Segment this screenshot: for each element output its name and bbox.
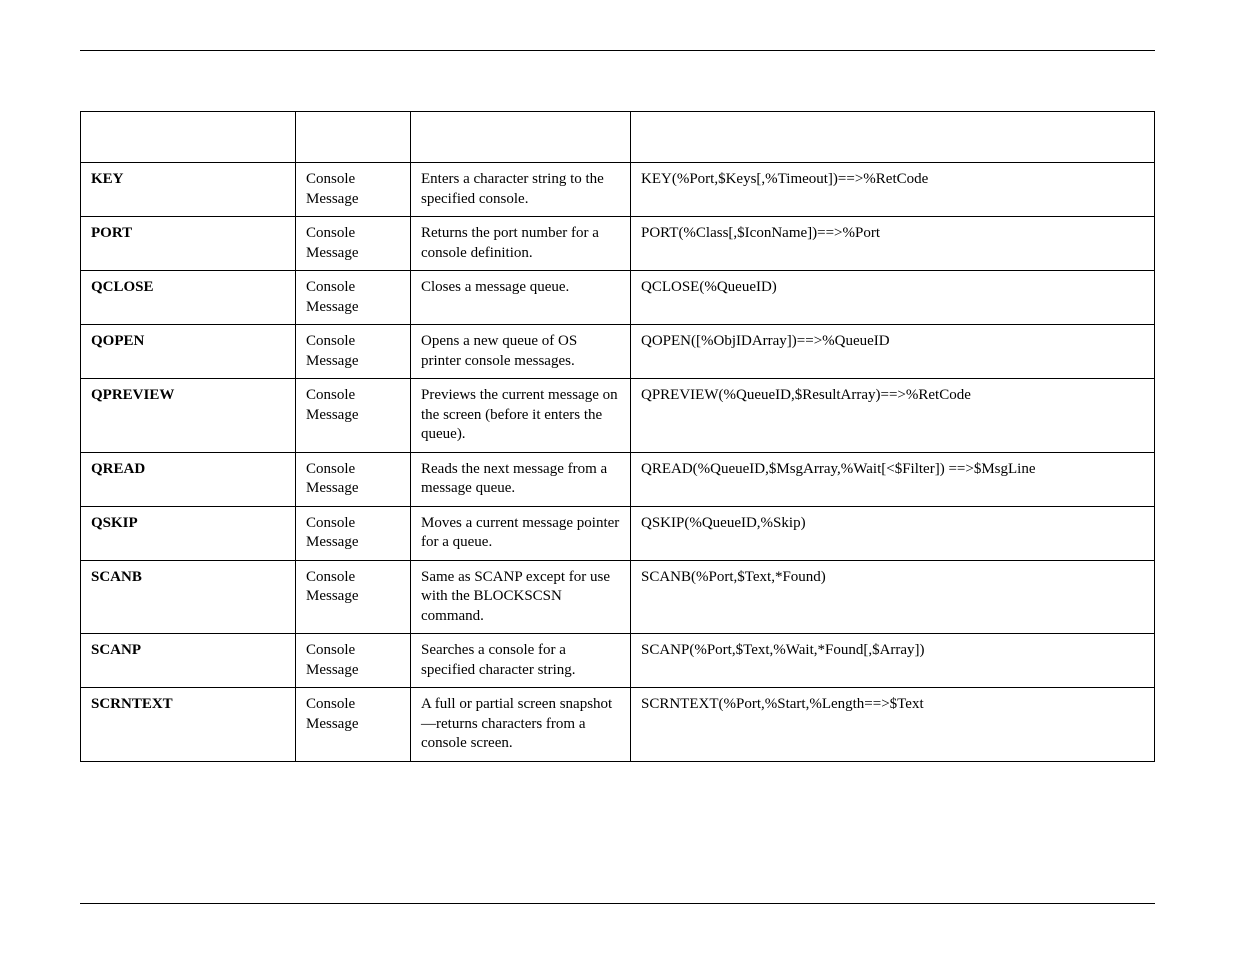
cell-name: QPREVIEW: [81, 379, 296, 453]
cell-syntax: QPREVIEW(%QueueID,$ResultArray)==>%RetCo…: [631, 379, 1155, 453]
cell-type: Console Message: [296, 163, 411, 217]
bottom-rule: [80, 903, 1155, 904]
cell-name: KEY: [81, 163, 296, 217]
cell-type: Console Message: [296, 452, 411, 506]
table-row: QSKIPConsole MessageMoves a current mess…: [81, 506, 1155, 560]
table-row: QCLOSEConsole MessageCloses a message qu…: [81, 271, 1155, 325]
table-row: QOPENConsole MessageOpens a new queue of…: [81, 325, 1155, 379]
table-row: SCANBConsole MessageSame as SCANP except…: [81, 560, 1155, 634]
th-syntax: [631, 112, 1155, 163]
cell-type: Console Message: [296, 271, 411, 325]
th-desc: [411, 112, 631, 163]
table-row: SCANPConsole MessageSearches a console f…: [81, 634, 1155, 688]
cell-name: SCANP: [81, 634, 296, 688]
cell-type: Console Message: [296, 506, 411, 560]
table-row: QPREVIEWConsole MessagePreviews the curr…: [81, 379, 1155, 453]
document-page: KEYConsole MessageEnters a character str…: [0, 0, 1235, 954]
cell-desc: Reads the next message from a message qu…: [411, 452, 631, 506]
cell-syntax: KEY(%Port,$Keys[,%Timeout])==>%RetCode: [631, 163, 1155, 217]
cell-name: QCLOSE: [81, 271, 296, 325]
table-row: SCRNTEXTConsole MessageA full or partial…: [81, 688, 1155, 762]
cell-desc: A full or partial screen snapshot—return…: [411, 688, 631, 762]
cell-syntax: SCANB(%Port,$Text,*Found): [631, 560, 1155, 634]
cell-syntax: QREAD(%QueueID,$MsgArray,%Wait[<$Filter]…: [631, 452, 1155, 506]
cell-name: QSKIP: [81, 506, 296, 560]
cell-name: PORT: [81, 217, 296, 271]
functions-table: KEYConsole MessageEnters a character str…: [80, 111, 1155, 762]
cell-syntax: QSKIP(%QueueID,%Skip): [631, 506, 1155, 560]
cell-desc: Searches a console for a specified chara…: [411, 634, 631, 688]
cell-desc: Enters a character string to the specifi…: [411, 163, 631, 217]
cell-type: Console Message: [296, 217, 411, 271]
th-type: [296, 112, 411, 163]
cell-desc: Same as SCANP except for use with the BL…: [411, 560, 631, 634]
cell-name: QOPEN: [81, 325, 296, 379]
cell-syntax: PORT(%Class[,$IconName])==>%Port: [631, 217, 1155, 271]
cell-syntax: SCRNTEXT(%Port,%Start,%Length==>$Text: [631, 688, 1155, 762]
cell-type: Console Message: [296, 688, 411, 762]
table-row: KEYConsole MessageEnters a character str…: [81, 163, 1155, 217]
cell-desc: Opens a new queue of OS printer console …: [411, 325, 631, 379]
cell-desc: Closes a message queue.: [411, 271, 631, 325]
cell-type: Console Message: [296, 325, 411, 379]
top-rule: [80, 50, 1155, 51]
cell-desc: Moves a current message pointer for a qu…: [411, 506, 631, 560]
cell-syntax: SCANP(%Port,$Text,%Wait,*Found[,$Array]): [631, 634, 1155, 688]
cell-desc: Returns the port number for a console de…: [411, 217, 631, 271]
cell-syntax: QOPEN([%ObjIDArray])==>%QueueID: [631, 325, 1155, 379]
cell-type: Console Message: [296, 634, 411, 688]
table-row: QREADConsole MessageReads the next messa…: [81, 452, 1155, 506]
table-row: PORTConsole MessageReturns the port numb…: [81, 217, 1155, 271]
cell-name: SCRNTEXT: [81, 688, 296, 762]
table-header-row: [81, 112, 1155, 163]
cell-desc: Previews the current message on the scre…: [411, 379, 631, 453]
cell-type: Console Message: [296, 379, 411, 453]
cell-type: Console Message: [296, 560, 411, 634]
cell-name: QREAD: [81, 452, 296, 506]
cell-syntax: QCLOSE(%QueueID): [631, 271, 1155, 325]
th-name: [81, 112, 296, 163]
cell-name: SCANB: [81, 560, 296, 634]
